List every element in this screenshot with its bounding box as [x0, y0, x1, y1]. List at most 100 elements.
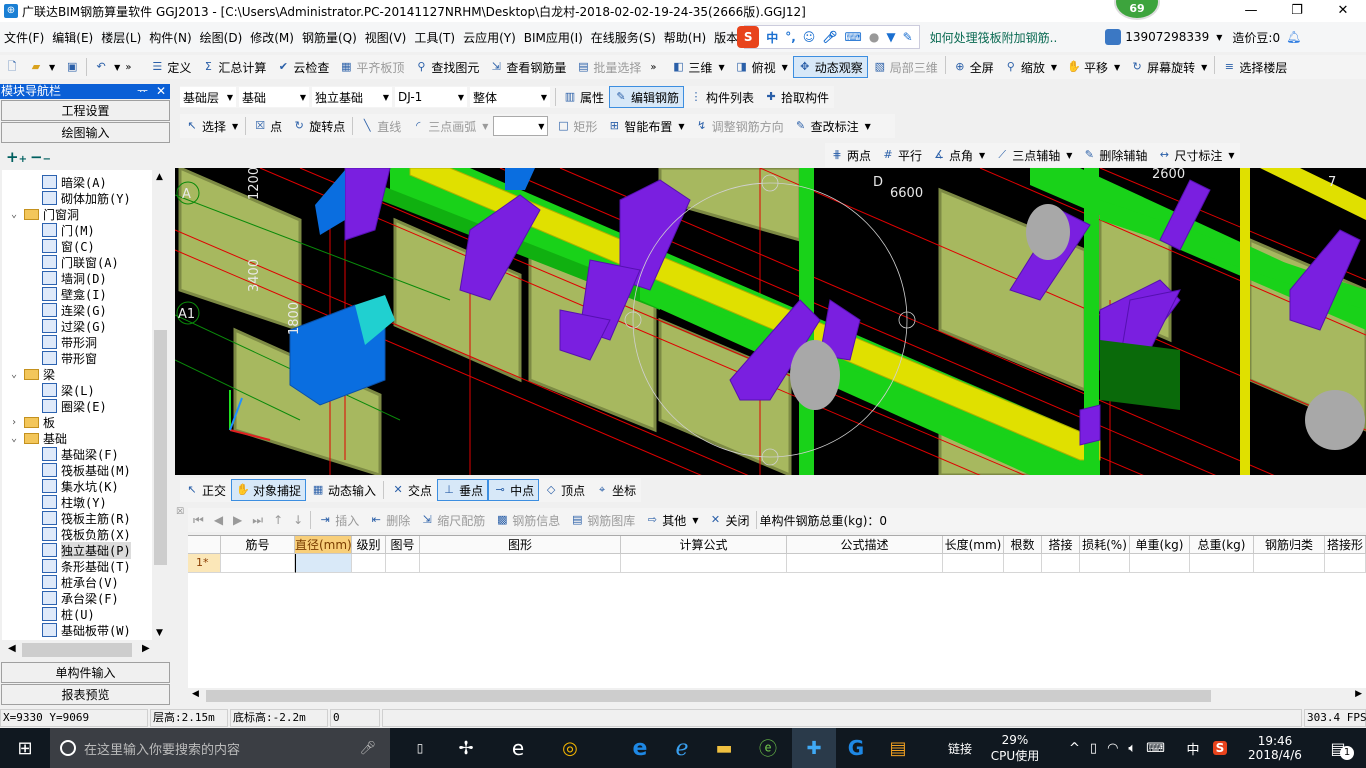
tb4-button-4[interactable]: ✎ 删除辅轴 [1077, 144, 1152, 166]
edge-old-icon[interactable]: e [498, 728, 538, 768]
user-skin-icon[interactable]: ● [869, 30, 879, 44]
nav-drawing-input[interactable]: 绘图输入 [1, 122, 170, 143]
grid-cell[interactable] [420, 554, 621, 573]
close-icon[interactable]: ✕ [156, 84, 166, 99]
tree-item[interactable]: 门联窗(A) [42, 254, 119, 270]
battery-icon[interactable]: ▯ [1090, 741, 1097, 756]
tb3-button-2[interactable]: ↻ 旋转点 [287, 115, 350, 137]
action-center-button[interactable]: ▤ 1 [1318, 728, 1358, 768]
taskbar-link[interactable]: 链接 [940, 728, 980, 768]
scroll-right-icon[interactable]: ▶ [142, 643, 150, 654]
chevron-down-icon[interactable]: ▼ [979, 151, 985, 160]
tb2-button-0[interactable]: ▥ 属性 [558, 86, 609, 108]
pin-icon[interactable]: ᅲ [137, 84, 148, 99]
snap-button-6[interactable]: ◇ 顶点 [539, 479, 590, 501]
menu-item-10[interactable]: BIM应用(I) [520, 29, 587, 46]
ime-lang-indicator[interactable]: 中 [1182, 728, 1204, 768]
tb1-button-4[interactable]: ⚲ 查找图元 [409, 56, 484, 78]
tb2-button-2[interactable]: ⋮ 构件列表 [684, 86, 759, 108]
notification-badge[interactable]: 69 [1114, 0, 1160, 20]
column-header[interactable]: 钢筋归类 [1254, 536, 1325, 554]
tb3-button-1[interactable]: ☒ 点 [248, 115, 287, 137]
component-dropdown-1[interactable]: 基础 ▼ [239, 87, 309, 107]
menu-item-9[interactable]: 云应用(Y) [459, 29, 520, 46]
chevron-down-icon[interactable]: ▼ [232, 122, 238, 131]
shirt-icon[interactable]: ▼ [886, 30, 895, 44]
scroll-thumb[interactable] [22, 643, 132, 657]
taskbar-search-box[interactable]: 在这里输入你要搜索的内容 🎤︎ [50, 728, 390, 768]
tree-item[interactable]: 集水坑(K) [42, 478, 119, 494]
user-account[interactable]: 13907298339 ▼ [1105, 29, 1222, 45]
scroll-thumb[interactable] [206, 690, 1211, 702]
clock[interactable]: 19:46 2018/4/6 [1240, 728, 1310, 768]
column-header[interactable]: 计算公式 [621, 536, 787, 554]
menu-item-1[interactable]: 编辑(E) [48, 29, 97, 46]
restore-button[interactable]: ❐ [1274, 0, 1320, 22]
cpu-usage[interactable]: 29% CPU使用 [985, 728, 1045, 768]
rebar-button-2[interactable]: ⇲ 缩尺配筋 [415, 509, 490, 531]
record-nav-button-1[interactable]: ◀ [209, 509, 228, 531]
rebar-button-3[interactable]: ▩ 钢筋信息 [490, 509, 565, 531]
menu-item-12[interactable]: 帮助(H) [660, 29, 710, 46]
notes-app-icon[interactable]: ▤ [878, 728, 918, 768]
tree-item[interactable]: 基础板带(W) [42, 622, 131, 638]
3d-viewport[interactable]: A A1 1200 3400 1800 D 6600 2600 7 [175, 168, 1366, 475]
tb1r-button-6[interactable]: ✋ 平移 ▼ [1062, 56, 1125, 78]
grid-cell[interactable] [1130, 554, 1190, 573]
microphone-icon[interactable]: 🎤︎ [822, 30, 837, 44]
tree-item[interactable]: 桩(U) [42, 606, 95, 622]
tree-item[interactable]: ⌄ 梁 [8, 366, 55, 382]
grid-cell[interactable] [1325, 554, 1366, 573]
tb1r-button-2[interactable]: ✥ 动态观察 [792, 56, 868, 78]
rebar-button-0[interactable]: ⇥ 插入 [313, 509, 364, 531]
tb4-button-0[interactable]: ⋕ 两点 [825, 144, 876, 166]
chevron-down-icon[interactable]: ▼ [692, 516, 698, 525]
tree-item[interactable]: 墙洞(D) [42, 270, 107, 286]
volume-icon[interactable]: 🔈︎ [1128, 741, 1136, 756]
row-header[interactable]: 1* [188, 554, 221, 573]
tb4-button-1[interactable]: # 平行 [876, 144, 927, 166]
nav-engineering-settings[interactable]: 工程设置 [1, 100, 170, 121]
grid-cell[interactable] [943, 554, 1004, 573]
chevron-down-icon[interactable]: ▼ [718, 63, 724, 72]
menu-item-3[interactable]: 构件(N) [145, 29, 195, 46]
chevron-down-icon[interactable]: ⌄ [8, 433, 20, 444]
menu-item-8[interactable]: 工具(T) [410, 29, 459, 46]
tree-item[interactable]: 条形基础(T) [42, 558, 131, 574]
tree-item[interactable]: 带形窗 [42, 350, 97, 366]
tb3-button-5[interactable]: □ 矩形 [551, 115, 602, 137]
grid-horizontal-scrollbar[interactable]: ◀ ▶ [188, 688, 1366, 704]
snap-button-3[interactable]: ✕ 交点 [386, 479, 437, 501]
tree-item[interactable]: 带形洞 [42, 334, 97, 350]
qq-browser-icon[interactable]: ◎ [550, 728, 590, 768]
tree-item[interactable]: ⌄ 基础 [8, 430, 67, 446]
menu-item-4[interactable]: 绘图(D) [196, 29, 247, 46]
tree-vertical-scrollbar[interactable]: ▲ ▼ [152, 170, 169, 640]
search-hint-link[interactable]: 如何处理筏板附加钢筋.. [930, 29, 1058, 46]
tb4-button-2[interactable]: ∡ 点角 ▼ [927, 144, 990, 166]
record-nav-button-5[interactable]: ↓ [288, 509, 308, 531]
tree-item[interactable]: 壁龛(I) [42, 286, 107, 302]
grid-cell[interactable] [1004, 554, 1042, 573]
tb3-button-0[interactable]: ↖ 选择 ▼ [180, 115, 243, 137]
column-header[interactable]: 搭接 [1042, 536, 1080, 554]
undo-button[interactable]: ↶ ▼ [89, 56, 125, 78]
column-header[interactable]: 图形 [420, 536, 621, 554]
nav-single-component-input[interactable]: 单构件输入 [1, 662, 170, 683]
wifi-icon[interactable]: ◠ [1107, 741, 1118, 756]
ime-toolbar[interactable]: S 中 °, ☺ 🎤︎ ⌨ ● ▼ ✎ [737, 25, 920, 49]
collapse-all-button[interactable]: −− [30, 148, 51, 166]
column-header[interactable]: 单重(kg) [1130, 536, 1190, 554]
column-header[interactable]: 直径(mm) [295, 536, 352, 554]
record-nav-button-2[interactable]: ▶ [228, 509, 247, 531]
wrench-icon[interactable]: ✎ [903, 30, 913, 44]
tb3-button-3[interactable]: ╲ 直线 [355, 115, 406, 137]
grid-cell[interactable] [221, 554, 295, 573]
column-header[interactable]: 根数 [1004, 536, 1042, 554]
record-nav-button-0[interactable]: ⏮ [188, 509, 209, 531]
fan-app-icon[interactable]: ✢ [446, 728, 486, 768]
ime-punct[interactable]: °, [785, 30, 796, 44]
grid-cell[interactable] [1190, 554, 1254, 573]
close-button[interactable]: ✕ [1320, 0, 1366, 22]
snap-button-2[interactable]: ▦ 动态输入 [306, 479, 381, 501]
